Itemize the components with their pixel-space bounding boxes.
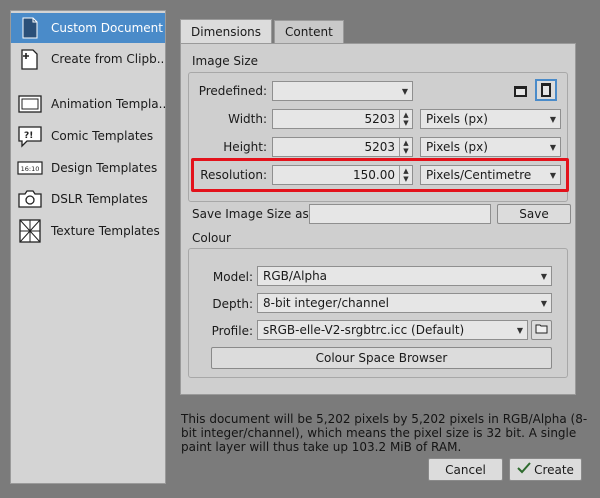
sidebar-item-animation-templates[interactable]: Animation Templa...: [11, 89, 165, 119]
profile-value: sRGB-elle-V2-srgbtrc.icc (Default): [263, 323, 465, 337]
create-button[interactable]: Create: [509, 458, 582, 481]
width-value: 5203: [364, 112, 395, 126]
tab-label: Content: [285, 25, 333, 39]
ratio-icon: 16:10: [17, 156, 43, 180]
camera-icon: [17, 187, 43, 211]
folder-icon: [535, 323, 548, 337]
colour-space-browser-button[interactable]: Colour Space Browser: [211, 347, 552, 369]
landscape-orientation-button[interactable]: [510, 81, 530, 101]
height-input[interactable]: 5203 ▲ ▼: [272, 137, 413, 157]
sidebar-item-create-from-clipboard[interactable]: Create from Clipb...: [11, 44, 165, 74]
clipboard-document-icon: [17, 47, 43, 71]
chevron-down-icon: ▼: [540, 271, 548, 281]
template-sidebar: Custom Document Create from Clipb... Ani…: [10, 10, 166, 484]
sidebar-item-texture-templates[interactable]: Texture Templates: [11, 216, 165, 246]
portrait-icon: [541, 83, 551, 97]
cancel-button[interactable]: Cancel: [428, 458, 503, 481]
height-unit-value: Pixels (px): [426, 140, 488, 154]
chevron-down-icon: ▼: [549, 142, 557, 152]
predefined-select[interactable]: ▼: [272, 81, 413, 101]
tab-dimensions[interactable]: Dimensions: [180, 19, 273, 44]
profile-browse-button[interactable]: [531, 320, 552, 340]
colour-heading: Colour: [192, 231, 231, 245]
sidebar-item-label: DSLR Templates: [51, 192, 148, 206]
tab-content[interactable]: Content: [274, 20, 344, 43]
sidebar-item-comic-templates[interactable]: ?! Comic Templates: [11, 121, 165, 151]
width-label: Width:: [228, 112, 267, 126]
tab-bar: Dimensions Content: [180, 19, 346, 44]
document-summary: This document will be 5,202 pixels by 5,…: [181, 412, 588, 454]
height-label: Height:: [223, 140, 267, 154]
save-button-label: Save: [519, 207, 549, 221]
width-input[interactable]: 5203 ▲ ▼: [272, 109, 413, 129]
sidebar-item-label: Custom Document: [51, 21, 163, 35]
depth-label: Depth:: [212, 297, 253, 311]
image-size-heading: Image Size: [192, 54, 259, 68]
width-unit-select[interactable]: Pixels (px) ▼: [420, 109, 561, 129]
speech-bubble-icon: ?!: [17, 124, 43, 148]
width-unit-value: Pixels (px): [426, 112, 488, 126]
sidebar-item-label: Create from Clipb...: [51, 52, 165, 66]
sidebar-item-dslr-templates[interactable]: DSLR Templates: [11, 184, 165, 214]
save-size-label: Save Image Size as:: [192, 207, 313, 221]
animation-icon: [17, 92, 43, 116]
chevron-down-icon: ▼: [549, 114, 557, 124]
cancel-label: Cancel: [445, 462, 486, 477]
resolution-highlight-box: [191, 158, 569, 192]
width-spinner[interactable]: ▲ ▼: [399, 110, 412, 128]
sidebar-item-custom-document[interactable]: Custom Document: [11, 13, 165, 43]
chevron-down-icon: ▼: [516, 325, 524, 335]
checkmark-icon: [517, 462, 531, 477]
height-spinner[interactable]: ▲ ▼: [399, 138, 412, 156]
height-value: 5203: [364, 140, 395, 154]
profile-label: Profile:: [211, 324, 253, 338]
landscape-icon: [513, 85, 527, 97]
create-label: Create: [534, 462, 574, 477]
new-document-dialog: Dimensions Content Image Size Predefined…: [176, 0, 600, 498]
save-size-button[interactable]: Save: [497, 204, 571, 224]
colour-space-browser-label: Colour Space Browser: [315, 351, 448, 365]
model-select[interactable]: RGB/Alpha ▼: [257, 266, 552, 286]
document-icon: [17, 16, 43, 40]
sidebar-item-label: Design Templates: [51, 161, 158, 175]
sidebar-item-label: Comic Templates: [51, 129, 154, 143]
chevron-down-icon: ▼: [540, 298, 548, 308]
depth-select[interactable]: 8-bit integer/channel ▼: [257, 293, 552, 313]
sidebar-item-design-templates[interactable]: 16:10 Design Templates: [11, 153, 165, 183]
save-size-name-input[interactable]: [309, 204, 491, 224]
chevron-down-icon: ▼: [401, 86, 409, 96]
svg-text:?!: ?!: [24, 131, 33, 141]
sidebar-item-label: Animation Templa...: [51, 97, 165, 111]
tab-label: Dimensions: [191, 25, 262, 39]
model-value: RGB/Alpha: [263, 269, 328, 283]
predefined-label: Predefined:: [198, 84, 267, 98]
sidebar-item-label: Texture Templates: [51, 224, 160, 238]
portrait-orientation-button[interactable]: [535, 79, 557, 101]
dimensions-panel: Image Size Predefined: ▼ Width: 5203 ▲ ▼ …: [180, 43, 576, 395]
texture-icon: [17, 219, 43, 243]
ratio-icon-label: 16:10: [21, 165, 40, 173]
depth-value: 8-bit integer/channel: [263, 296, 389, 310]
model-label: Model:: [212, 270, 253, 284]
height-unit-select[interactable]: Pixels (px) ▼: [420, 137, 561, 157]
profile-select[interactable]: sRGB-elle-V2-srgbtrc.icc (Default) ▼: [257, 320, 528, 340]
